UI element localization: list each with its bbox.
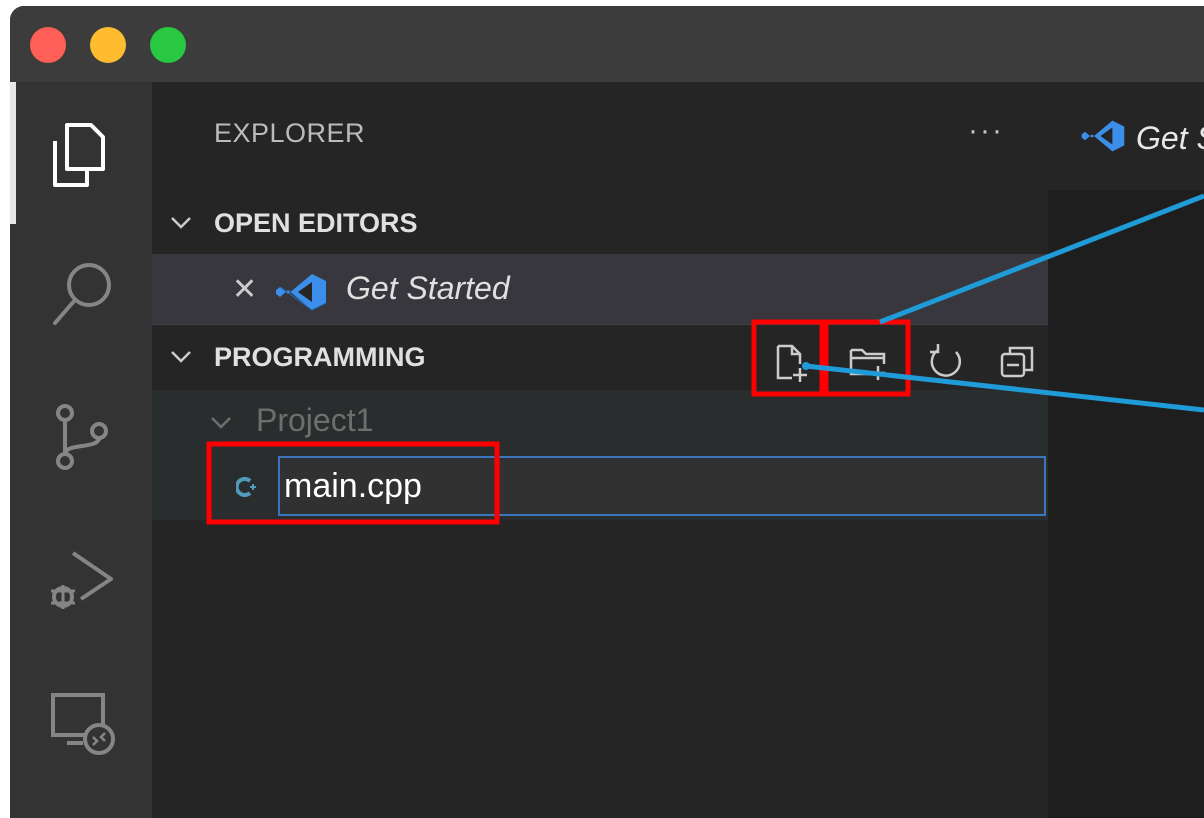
search-icon xyxy=(53,263,111,325)
run-debug-icon xyxy=(51,551,113,609)
refresh-icon xyxy=(930,344,962,377)
collapse-all-button[interactable] xyxy=(986,332,1044,386)
new-file-row[interactable] xyxy=(152,454,1048,520)
close-window-button[interactable] xyxy=(30,27,66,63)
open-editors-header[interactable]: OPEN EDITORS xyxy=(152,190,1048,254)
explorer-sidebar: EXPLORER ··· OPEN EDITORS ✕ Get Started … xyxy=(152,82,1048,818)
active-indicator xyxy=(10,82,16,224)
activity-run-debug[interactable] xyxy=(10,508,152,650)
source-control-icon xyxy=(56,404,108,470)
maximize-window-button[interactable] xyxy=(150,27,186,63)
open-editor-item[interactable]: ✕ Get Started xyxy=(152,254,1048,325)
vscode-logo-icon xyxy=(276,274,327,311)
new-folder-icon xyxy=(849,348,886,380)
vscode-window: EXPLORER ··· OPEN EDITORS ✕ Get Started … xyxy=(10,6,1204,818)
new-file-name-input[interactable] xyxy=(278,456,1046,516)
project-folder-label: Project1 xyxy=(256,402,374,438)
close-icon[interactable]: ✕ xyxy=(232,272,257,307)
tab-get-started[interactable]: Get Started xyxy=(1048,82,1204,190)
minimize-window-button[interactable] xyxy=(90,27,126,63)
new-folder-button[interactable] xyxy=(836,332,894,386)
activity-bar xyxy=(10,82,152,818)
tab-title: Get Started xyxy=(1136,120,1204,156)
more-actions-button[interactable]: ··· xyxy=(968,114,1004,148)
activity-explorer[interactable] xyxy=(10,82,152,224)
refresh-explorer-button[interactable] xyxy=(914,332,972,386)
chevron-down-icon xyxy=(171,217,191,229)
programming-folder-label: PROGRAMMING xyxy=(214,342,426,372)
explorer-title: EXPLORER xyxy=(214,118,366,148)
remote-explorer-icon xyxy=(51,693,115,755)
activity-search[interactable] xyxy=(10,224,152,366)
project-folder-row[interactable]: Project1 xyxy=(152,390,1048,454)
chevron-down-icon xyxy=(171,351,191,363)
new-file-button[interactable] xyxy=(762,332,820,386)
open-editor-title: Get Started xyxy=(346,270,510,306)
new-file-icon xyxy=(776,344,807,382)
activity-source-control[interactable] xyxy=(10,366,152,508)
files-icon xyxy=(53,123,105,187)
activity-remote-explorer[interactable] xyxy=(10,650,152,792)
open-editors-label: OPEN EDITORS xyxy=(214,208,418,238)
title-bar xyxy=(10,6,1204,82)
collapse-all-icon xyxy=(1000,346,1034,378)
editor-area: Get Started xyxy=(1048,82,1204,818)
cpp-file-icon xyxy=(236,477,256,497)
vscode-logo-icon xyxy=(1081,120,1125,152)
chevron-down-icon xyxy=(211,417,231,429)
